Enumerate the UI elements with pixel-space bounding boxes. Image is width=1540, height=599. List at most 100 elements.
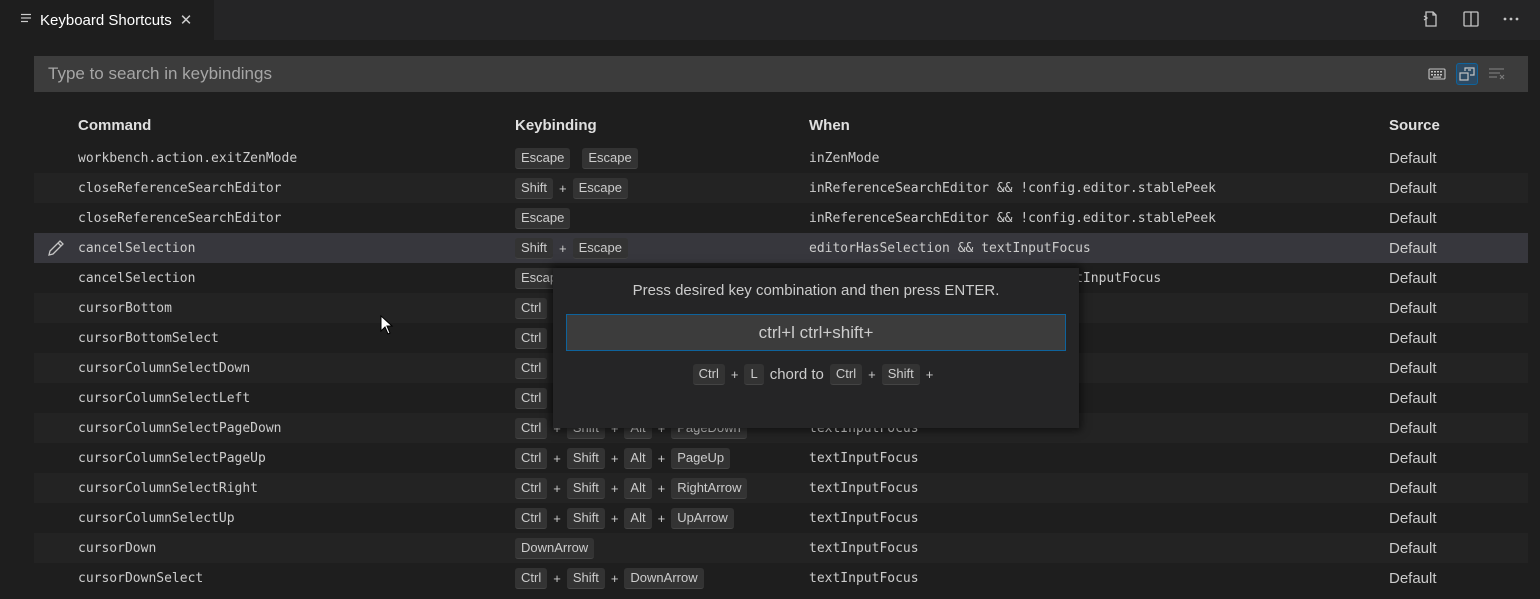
key-label: Ctrl <box>515 567 548 589</box>
key-label: RightArrow <box>671 477 748 499</box>
key-label: Alt <box>624 477 652 499</box>
when-cell: textInputFocus <box>809 570 919 586</box>
source-cell: Default <box>1389 359 1437 377</box>
key-label: Shift <box>515 237 554 259</box>
list-icon <box>20 12 34 28</box>
when-cell: editorHasSelection && textInputFocus <box>809 240 1091 256</box>
key-label: DownArrow <box>624 567 704 589</box>
source-cell: Default <box>1389 509 1437 527</box>
column-header-command[interactable]: Command <box>78 117 151 134</box>
key-label: Ctrl <box>515 447 548 469</box>
when-cell: textInputFocus <box>809 540 919 556</box>
plus-separator: + <box>553 510 561 526</box>
key-label: Alt <box>624 447 652 469</box>
table-row[interactable]: cursorDown DownArrow textInputFocus Default <box>34 533 1528 563</box>
when-cell: textInputFocus <box>809 510 919 526</box>
command-cell: cursorColumnSelectRight <box>78 480 259 496</box>
when-cell: textInputFocus <box>809 480 919 496</box>
table-row[interactable]: cursorColumnSelectUp Ctrl + Shift + Alt + UpArr… <box>34 503 1528 533</box>
dialog-message: Press desired key combination and then p… <box>632 282 1000 299</box>
plus-separator: + <box>657 510 666 526</box>
keyboard-icon[interactable] <box>1426 63 1448 85</box>
plus-separator: + <box>925 367 934 382</box>
tab-keyboard-shortcuts[interactable]: Keyboard Shortcuts ✕ <box>0 0 214 40</box>
source-cell: Default <box>1389 419 1437 437</box>
plus-separator: + <box>657 450 666 466</box>
key-label: Alt <box>624 507 652 529</box>
chord-word: chord to <box>769 366 824 383</box>
source-cell: Default <box>1389 179 1437 197</box>
command-cell: cursorBottom <box>78 300 172 316</box>
table-row[interactable]: closeReferenceSearchEditor Shift + Escape in… <box>34 173 1528 203</box>
key-label: Ctrl <box>515 417 548 439</box>
source-cell: Default <box>1389 389 1437 407</box>
source-cell: Default <box>1389 329 1437 347</box>
table-row[interactable]: cursorColumnSelectPageUp Ctrl + Shift + Alt + P… <box>34 443 1528 473</box>
tab-label: Keyboard Shortcuts <box>40 11 172 29</box>
key-label: Ctrl <box>515 507 548 529</box>
split-editor-icon[interactable] <box>1460 6 1482 32</box>
close-icon[interactable]: ✕ <box>180 11 193 29</box>
when-cell: inZenMode <box>809 150 880 166</box>
keybinding-cell: Escape Escape <box>515 143 638 173</box>
keybinding-cell: Escape <box>515 203 571 233</box>
key-label: Escape <box>515 207 571 229</box>
search-actions <box>1426 63 1508 85</box>
plus-separator: + <box>610 480 619 496</box>
source-cell: Default <box>1389 539 1437 557</box>
plus-separator: + <box>553 450 561 466</box>
command-cell: cursorDown <box>78 540 157 556</box>
mouse-pointer-icon <box>380 315 394 335</box>
column-header-source[interactable]: Source <box>1389 117 1440 134</box>
keybinding-cell: Ctrl + Shift + Alt + PageUp <box>515 443 731 473</box>
key-label: DownArrow <box>515 537 595 559</box>
chord-key: Ctrl <box>829 364 863 385</box>
open-json-icon[interactable] <box>1420 6 1442 32</box>
source-cell: Default <box>1389 239 1437 257</box>
define-keybinding-dialog: Press desired key combination and then p… <box>553 268 1079 428</box>
table-header: Command Keybinding When Source <box>34 110 1528 142</box>
search-input[interactable] <box>34 56 1528 92</box>
table-row[interactable]: closeReferenceSearchEditor Escape inRefere… <box>34 203 1528 233</box>
key-label: PageUp <box>671 447 731 469</box>
chord-key: Ctrl <box>692 364 725 385</box>
plus-separator: + <box>657 480 666 496</box>
source-cell: Default <box>1389 299 1437 317</box>
key-label: Shift <box>515 177 554 199</box>
plus-separator: + <box>868 367 876 382</box>
keybinding-cell: Ctrl + Shift + Alt + RightArrow <box>515 473 748 503</box>
column-header-when[interactable]: When <box>809 117 850 134</box>
source-cell: Default <box>1389 569 1437 587</box>
table-row[interactable]: cursorDownSelect Ctrl + Shift + DownArrow text… <box>34 563 1528 593</box>
search-box <box>34 56 1528 92</box>
when-cell: inReferenceSearchEditor && !config.edito… <box>809 180 1216 196</box>
more-actions-icon[interactable] <box>1500 6 1522 32</box>
key-label: Shift <box>566 567 605 589</box>
command-cell: cursorColumnSelectPageUp <box>78 450 266 466</box>
command-cell: closeReferenceSearchEditor <box>78 210 282 226</box>
sort-by-precedence-icon[interactable] <box>1456 63 1478 85</box>
key-label: Escape <box>572 177 628 199</box>
command-cell: cursorColumnSelectPageDown <box>78 420 282 436</box>
key-label: Ctrl <box>515 477 548 499</box>
key-label: Escape <box>572 237 628 259</box>
table-row[interactable]: workbench.action.exitZenMode Escape Escape… <box>34 143 1528 173</box>
command-cell: workbench.action.exitZenMode <box>78 150 298 166</box>
plus-separator: + <box>610 570 619 586</box>
table-row[interactable]: cursorColumnSelectRight Ctrl + Shift + Alt + Ri… <box>34 473 1528 503</box>
edit-keybinding-icon[interactable] <box>46 238 66 258</box>
keybinding-cell: Shift + Escape <box>515 233 628 263</box>
editor-actions <box>1420 6 1522 32</box>
command-cell: cancelSelection <box>78 240 196 256</box>
keybinding-input[interactable] <box>566 314 1066 351</box>
when-cell: textInputFocus <box>809 450 919 466</box>
clear-search-icon[interactable] <box>1486 63 1508 85</box>
source-cell: Default <box>1389 449 1437 467</box>
command-cell: cursorColumnSelectDown <box>78 360 251 376</box>
keybinding-cell: Ctrl + Shift + DownArrow <box>515 563 704 593</box>
column-header-keybinding[interactable]: Keybinding <box>515 117 597 134</box>
key-label: Shift <box>566 507 605 529</box>
table-row[interactable]: cancelSelection Shift + Escape editorHasSele… <box>34 233 1528 263</box>
command-cell: cursorColumnSelectLeft <box>78 390 251 406</box>
command-cell: cursorBottomSelect <box>78 330 219 346</box>
